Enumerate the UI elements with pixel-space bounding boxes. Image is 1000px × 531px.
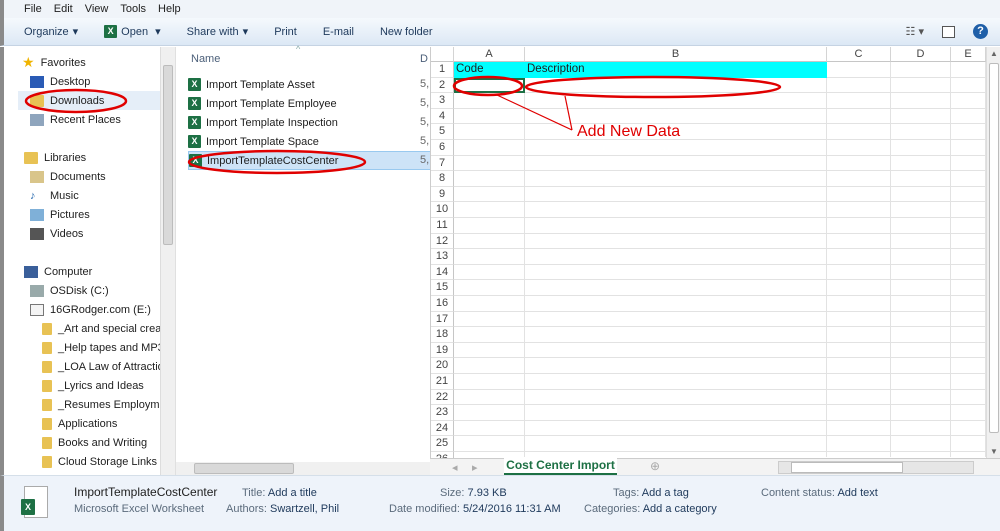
annotation-overlay: Add New Data [24,75,782,175]
highlight-ellipse-file [187,149,367,175]
detail-tags[interactable]: Tags: Add a tag [613,487,689,499]
highlight-ellipse-code [452,75,524,97]
detail-filename: ImportTemplateCostCenter [74,485,218,499]
detail-date-modified: Date modified: 5/24/2016 11:31 AM [389,503,561,515]
detail-authors[interactable]: Authors: Swartzell, Phil [226,503,339,515]
highlight-ellipse-downloads [24,88,128,114]
excel-file-icon: X [21,486,48,518]
highlight-ellipse-description [524,75,782,99]
details-pane: X ImportTemplateCostCenter Microsoft Exc… [0,475,1000,531]
annotation-line [496,94,573,131]
annotation-line [564,95,573,131]
annotation-text: Add New Data [577,123,680,140]
detail-filetype: Microsoft Excel Worksheet [74,503,205,515]
detail-categories[interactable]: Categories: Add a category [584,503,717,515]
detail-title[interactable]: Title: Add a title [242,487,317,499]
detail-size: Size: 7.93 KB [440,487,507,499]
detail-content-status[interactable]: Content status: Add text [761,487,878,499]
